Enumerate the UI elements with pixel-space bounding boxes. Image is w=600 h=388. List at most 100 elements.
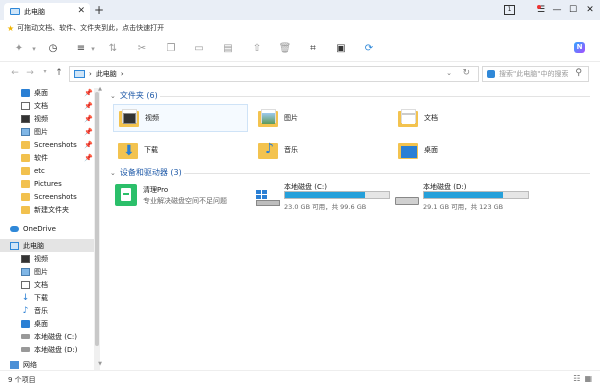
folder-music[interactable]: ♪ 音乐 (253, 136, 388, 164)
sidebar-item-pc-pictures[interactable]: 图片 (0, 265, 94, 278)
sidebar-item-pc-desktop[interactable]: 桌面 (0, 317, 94, 330)
sidebar-item-videos[interactable]: 视频 📌 (0, 112, 94, 125)
tab-this-pc[interactable]: 此电脑 ✕ (4, 3, 90, 20)
search-placeholder: 搜索"此电脑"中的搜索 (499, 70, 569, 78)
new-tab-button[interactable]: + (94, 3, 104, 17)
sort-icon[interactable]: ⇅ (106, 42, 120, 56)
drive-c[interactable]: 本地磁盘 (C:) 23.0 GB 可用，共 99.6 GB (256, 182, 406, 214)
sidebar-item-pc-documents[interactable]: 文档 (0, 278, 94, 291)
sidebar-item-drive-c[interactable]: 本地磁盘 (C:) (0, 330, 94, 343)
crop-icon[interactable]: ⌗ (306, 42, 320, 56)
sidebar-item-screenshots[interactable]: Screenshots 📌 (0, 138, 94, 151)
document-icon (21, 101, 30, 110)
sidebar-item-pc-videos[interactable]: 视频 (0, 252, 94, 265)
address-bar[interactable]: › 此电脑 › ⌄ ↻ (69, 66, 479, 82)
sidebar-item-pc-downloads[interactable]: ↓ 下载 (0, 291, 94, 304)
cut-icon[interactable]: ✂ (135, 42, 149, 56)
sidebar-item-label: 新建文件夹 (34, 205, 69, 214)
drive-icon (21, 347, 30, 352)
maximize-button[interactable]: ☐ (564, 3, 582, 17)
pin-icon: 📌 (84, 127, 93, 136)
rename-icon[interactable]: ▤ (221, 42, 235, 56)
folder-label: 音乐 (284, 146, 298, 154)
folder-desktop[interactable]: 桌面 (393, 136, 528, 164)
sidebar-item-pictures-folder[interactable]: Pictures (0, 177, 94, 190)
details-view-icon[interactable]: ☷ (573, 374, 580, 383)
folder-downloads[interactable]: ⬇ 下载 (113, 136, 248, 164)
folder-videos[interactable]: 视频 (113, 104, 248, 132)
drive-d[interactable]: 本地磁盘 (D:) 29.1 GB 可用，共 123 GB (395, 182, 545, 214)
download-icon: ↓ (21, 292, 30, 303)
search-icon[interactable]: ⚲ (575, 68, 582, 78)
sidebar-item-label: etc (34, 166, 45, 175)
folder-documents[interactable]: 文档 (393, 104, 528, 132)
sidebar-item-new-folder[interactable]: 新建文件夹 (0, 203, 94, 216)
new-dropdown-icon[interactable]: ▾ (27, 42, 41, 56)
sidebar-item-label: 文档 (34, 101, 48, 110)
folders-group-header[interactable]: ⌄ 文件夹 (6) (110, 90, 158, 101)
search-engine-icon (487, 70, 495, 78)
large-icons-view-icon[interactable]: ▦ (584, 374, 592, 383)
refresh-icon[interactable]: ↻ (462, 68, 470, 78)
search-box[interactable]: 搜索"此电脑"中的搜索 ⚲ (482, 66, 589, 82)
folder-label: 下载 (144, 146, 158, 154)
delete-icon[interactable]: 🗑 (278, 42, 292, 56)
sidebar-item-documents[interactable]: 文档 📌 (0, 99, 94, 112)
sidebar-item-label: 图片 (34, 127, 48, 136)
refresh-toolbar-icon[interactable]: ⟳ (362, 42, 376, 56)
chevron-down-icon[interactable]: ⌄ (446, 69, 452, 77)
sidebar-item-pc-music[interactable]: ♪ 音乐 (0, 304, 94, 317)
properties-icon[interactable]: ▣ (334, 42, 348, 56)
folder-pictures[interactable]: 图片 (253, 104, 388, 132)
app-logo-icon[interactable]: N (574, 42, 585, 53)
forward-icon[interactable]: → (25, 68, 35, 78)
sidebar-scroll-thumb[interactable] (95, 92, 99, 346)
video-folder-icon (119, 109, 139, 127)
tab-close-icon[interactable]: ✕ (77, 6, 85, 16)
sidebar-item-etc[interactable]: etc (0, 164, 94, 177)
pin-icon: 📌 (84, 114, 93, 123)
app-clean-pro[interactable]: 清理Pro 专业解决磁盘空间不足问题 (113, 182, 243, 212)
sidebar-item-drive-d[interactable]: 本地磁盘 (D:) (0, 343, 94, 356)
picture-icon (21, 267, 30, 276)
address-path: 此电脑 (95, 70, 117, 78)
group-title: 文件夹 (6) (119, 91, 158, 100)
back-icon[interactable]: ← (10, 68, 20, 78)
video-icon (21, 114, 30, 123)
copy-icon[interactable]: ❐ (164, 42, 178, 56)
windows-drive-icon (256, 190, 280, 206)
sidebar-item-screenshots-2[interactable]: Screenshots (0, 190, 94, 203)
sidebar-item-network[interactable]: 网络 (0, 360, 94, 370)
sidebar-item-label: 软件 (34, 153, 48, 162)
computer-icon (74, 70, 85, 78)
folder-label: 桌面 (424, 146, 438, 154)
sidebar-item-desktop[interactable]: 桌面 📌 (0, 86, 94, 99)
close-window-button[interactable]: ✕ (581, 3, 599, 17)
sidebar-item-pictures[interactable]: 图片 📌 (0, 125, 94, 138)
sidebar-item-label: 图片 (34, 267, 48, 276)
folder-label: 视频 (145, 114, 159, 122)
up-icon[interactable]: ↑ (54, 68, 64, 78)
picture-icon (21, 127, 30, 136)
clock-icon[interactable]: ◷ (46, 42, 60, 56)
sidebar-item-label: Screenshots (34, 140, 77, 149)
devices-group-header[interactable]: ⌄ 设备和驱动器 (3) (110, 167, 182, 178)
folder-icon (21, 166, 30, 175)
sidebar-item-onedrive[interactable]: OneDrive (0, 222, 94, 235)
drive-icon (395, 190, 419, 206)
paste-icon[interactable]: ▭ (192, 42, 206, 56)
history-dropdown-icon[interactable]: ▾ (40, 68, 50, 75)
network-icon (10, 361, 19, 369)
window-count-badge[interactable]: 1 (504, 5, 515, 15)
document-icon (21, 280, 30, 289)
view-dropdown-icon[interactable]: ▾ (86, 42, 100, 56)
sidebar-item-this-pc[interactable]: 此电脑 (0, 239, 94, 252)
chevron-down-icon: ⌄ (110, 91, 116, 100)
folder-icon (21, 192, 30, 201)
sidebar-item-software[interactable]: 软件 📌 (0, 151, 94, 164)
drive-usage-fill (285, 192, 366, 198)
share-icon[interactable]: ⇧ (250, 42, 264, 56)
sidebar-item-label: Screenshots (34, 192, 77, 201)
sidebar-item-label: Pictures (34, 179, 62, 188)
new-icon[interactable]: ✦ (12, 42, 26, 56)
